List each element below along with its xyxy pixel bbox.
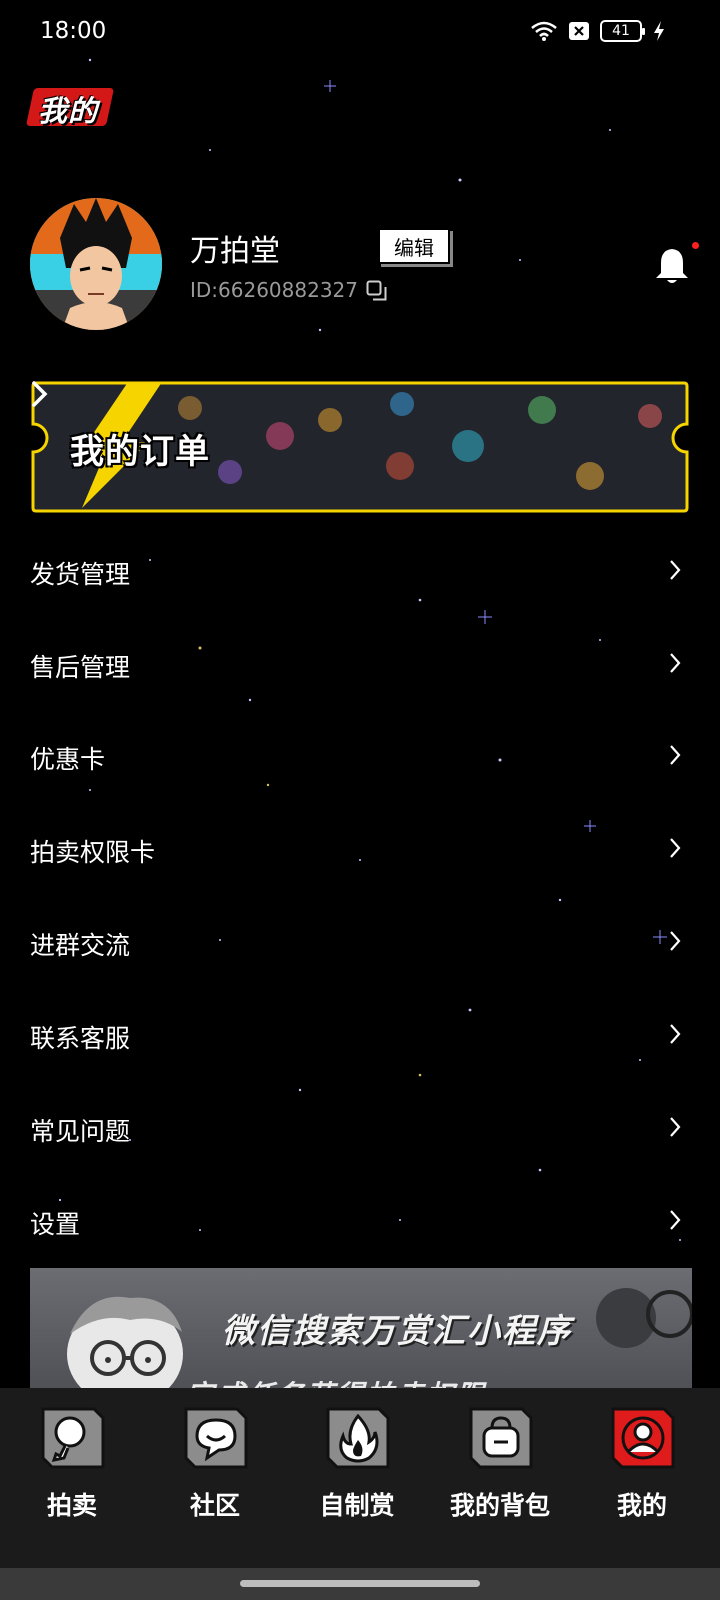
status-icons: 41 [530,20,666,42]
chicken-leg-icon [41,1407,105,1469]
menu-item-label: 发货管理 [30,560,131,589]
chevron-right-icon [670,1210,681,1230]
menu-item-label: 进群交流 [30,931,131,960]
notification-dot [692,242,699,249]
sim-blocked-icon [569,22,589,40]
bell-icon[interactable] [652,246,692,286]
chevron-right-icon [670,1117,681,1137]
edit-profile-button[interactable]: 编辑 [378,228,450,264]
menu-item-label: 常见问题 [30,1117,131,1146]
username: 万拍堂 [190,234,280,269]
menu-item-coupon-card[interactable]: 优惠卡 [30,723,690,793]
wifi-icon [531,21,557,41]
menu-item-customer-service[interactable]: 联系客服 [30,1002,690,1072]
mascot-image [67,1296,183,1392]
menu-item-shipping[interactable]: 发货管理 [30,538,690,608]
chevron-right-icon [670,653,681,673]
home-indicator[interactable] [240,1580,480,1587]
tab-backpack[interactable]: 我的背包 [435,1406,565,1526]
menu-item-label: 售后管理 [30,653,131,682]
avatar[interactable] [30,198,162,330]
copy-icon[interactable] [366,280,388,302]
tab-label: 自制赏 [319,1491,395,1520]
menu-item-join-group[interactable]: 进群交流 [30,909,690,979]
backpack-icon [469,1407,533,1469]
tab-auction[interactable]: 拍卖 [7,1406,137,1526]
chevron-right-icon [670,838,681,858]
chevron-right-icon [670,1024,681,1044]
chevron-right-icon [670,931,681,951]
menu-item-auction-permission[interactable]: 拍卖权限卡 [30,816,690,886]
menu-item-label: 拍卖权限卡 [30,838,156,867]
menu-item-settings[interactable]: 设置 [30,1188,690,1258]
menu-item-label: 优惠卡 [30,745,106,774]
bottom-tab-bar: 拍卖 社区 自制赏 我的背包 我的 [0,1388,720,1568]
my-orders-card[interactable]: 我的订单 [30,380,690,514]
promo-title: 微信搜索万赏汇小程序 [222,1311,572,1350]
chevron-right-icon [670,745,681,765]
chevron-right-icon [670,560,681,580]
chat-bubble-icon [184,1407,248,1469]
status-time: 18:00 [40,18,107,44]
tab-label: 我的 [616,1491,667,1520]
tab-custom-prize[interactable]: 自制赏 [292,1406,422,1526]
charging-bolt-icon [654,21,664,41]
chevron-right-icon [32,381,48,407]
battery-indicator: 41 [600,20,645,42]
tab-community[interactable]: 社区 [150,1406,280,1526]
tab-label: 我的背包 [449,1491,550,1520]
menu-item-faq[interactable]: 常见问题 [30,1095,690,1165]
flame-icon [326,1407,390,1469]
status-bar: 18:00 41 [0,0,720,64]
menu-item-after-sales[interactable]: 售后管理 [30,631,690,701]
user-id: ID:66260882327 [190,278,359,302]
glasses-decoration [596,1288,692,1348]
menu-item-label: 设置 [30,1210,81,1239]
my-orders-title: 我的订单 [70,432,210,472]
page-title: 我的 [38,94,99,128]
tab-label: 社区 [189,1491,240,1520]
tab-label: 拍卖 [46,1491,97,1520]
menu-item-label: 联系客服 [30,1024,131,1053]
promo-banner[interactable]: 微信搜索万赏汇小程序 完成任务获得拍卖权限 [30,1268,692,1392]
user-icon [611,1407,675,1469]
tab-mine[interactable]: 我的 [577,1406,707,1526]
